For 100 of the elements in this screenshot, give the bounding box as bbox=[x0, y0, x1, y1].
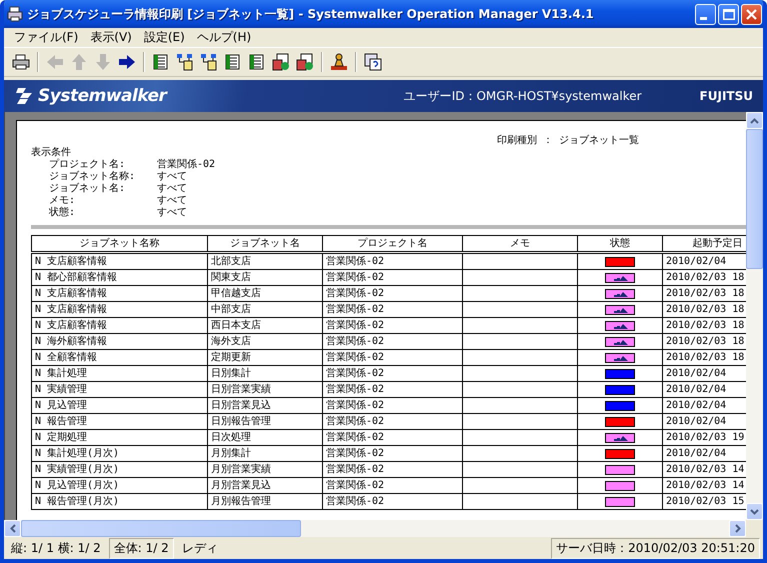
condition-label: 状態: bbox=[49, 207, 76, 219]
toolbar-button[interactable] bbox=[294, 51, 316, 73]
close-button[interactable] bbox=[741, 4, 762, 24]
sheet-icon bbox=[248, 53, 266, 71]
table-cell: 月別集計 bbox=[208, 446, 322, 462]
menu-item[interactable]: ファイル(F) bbox=[8, 29, 84, 46]
window-title: ジョブスケジューラ情報印刷 [ジョブネット一覧] - Systemwalker Operation Manager V13.4.1 bbox=[27, 6, 594, 22]
table-cell: 営業関係-02 bbox=[322, 334, 462, 350]
status-indicator bbox=[605, 400, 635, 410]
minimize-icon bbox=[700, 16, 707, 20]
status-indicator bbox=[605, 416, 635, 426]
table-cell: N 集計処理 bbox=[32, 366, 208, 382]
stamp-icon bbox=[330, 53, 348, 71]
sheet-icon bbox=[224, 53, 242, 71]
table-cell: 定期更新 bbox=[208, 350, 322, 366]
condition-value: すべて bbox=[157, 171, 188, 183]
table-cell: N 見込管理 bbox=[32, 398, 208, 414]
chevron-up-icon bbox=[750, 118, 759, 124]
close-icon bbox=[746, 8, 757, 20]
column-header: ジョブネット名称 bbox=[32, 236, 208, 252]
table-cell: 関東支店 bbox=[208, 270, 322, 286]
table-cell: N 支店顧客情報 bbox=[32, 252, 208, 270]
printer-icon bbox=[7, 6, 23, 22]
status-indicator bbox=[605, 336, 635, 346]
status-indicator bbox=[605, 304, 635, 314]
scroll-down-button[interactable] bbox=[746, 503, 763, 520]
table-cell: 営業関係-02 bbox=[322, 350, 462, 366]
table-cell: N 定期処理 bbox=[32, 430, 208, 446]
status-indicator bbox=[605, 320, 635, 330]
arrow-icon bbox=[46, 53, 64, 71]
column-header: 状態 bbox=[578, 236, 662, 252]
help-icon bbox=[364, 53, 382, 71]
table-cell: 日別営業見込 bbox=[208, 398, 322, 414]
table-cell: 日別集計 bbox=[208, 366, 322, 382]
document-icon bbox=[296, 53, 314, 71]
maximize-button[interactable] bbox=[718, 4, 739, 24]
table-cell: N 実績管理 bbox=[32, 382, 208, 398]
column-header: メモ bbox=[462, 236, 578, 252]
table-cell: 甲信越支店 bbox=[208, 286, 322, 302]
toolbar-button[interactable] bbox=[362, 51, 384, 73]
status-indicator bbox=[605, 448, 635, 458]
page-total: 全体: 1/ 2 bbox=[108, 538, 174, 558]
status-indicator bbox=[605, 368, 635, 378]
menu-item[interactable]: 設定(E) bbox=[138, 29, 191, 46]
table-cell: 海外支店 bbox=[208, 334, 322, 350]
scroll-thumb[interactable] bbox=[21, 520, 301, 537]
table-cell: 営業関係-02 bbox=[322, 446, 462, 462]
scroll-left-button[interactable] bbox=[4, 520, 21, 537]
condition-label: プロジェクト名: bbox=[49, 159, 126, 170]
table-cell: 営業関係-02 bbox=[322, 302, 462, 318]
table-cell: 西日本支店 bbox=[208, 318, 322, 334]
table-cell: 営業関係-02 bbox=[322, 270, 462, 286]
toolbar-button[interactable] bbox=[328, 51, 350, 73]
minimize-button[interactable] bbox=[695, 4, 716, 24]
status-indicator bbox=[605, 464, 635, 474]
table-cell: 月別営業実績 bbox=[208, 462, 322, 478]
chevron-right-icon bbox=[734, 524, 740, 533]
table-cell: 営業関係-02 bbox=[322, 478, 462, 494]
tree-icon bbox=[176, 53, 194, 71]
condition-label: ジョブネット名称: bbox=[49, 171, 136, 182]
toolbar-button[interactable] bbox=[270, 51, 292, 73]
document-icon bbox=[272, 53, 290, 71]
table-cell: 中部支店 bbox=[208, 302, 322, 318]
scroll-right-button[interactable] bbox=[729, 520, 746, 537]
scroll-thumb[interactable] bbox=[746, 129, 763, 269]
user-id: ユーザーID：OMGR-HOST¥systemwalker bbox=[404, 88, 642, 104]
column-header: ジョブネット名 bbox=[208, 236, 322, 252]
server-time: サーバ日時：2010/02/03 20:51:20 bbox=[551, 538, 760, 558]
table-cell: 営業関係-02 bbox=[322, 318, 462, 334]
table-cell: N 実績管理(月次) bbox=[32, 462, 208, 478]
table-cell: N 支店顧客情報 bbox=[32, 318, 208, 334]
tree-icon bbox=[200, 53, 218, 71]
table-cell: N 都心部顧客情報 bbox=[32, 270, 208, 286]
condition-label: ジョブネット名: bbox=[49, 183, 126, 195]
status-indicator bbox=[605, 256, 635, 266]
status-text: レディ bbox=[180, 540, 219, 556]
maximize-icon bbox=[722, 8, 734, 20]
horizontal-scrollbar[interactable] bbox=[4, 520, 746, 537]
table-cell: 日別営業実績 bbox=[208, 382, 322, 398]
print-type: 印刷種別 ： ジョブネット一覧 bbox=[497, 135, 640, 147]
table-cell: 日次処理 bbox=[208, 430, 322, 446]
table-cell: 営業関係-02 bbox=[322, 430, 462, 446]
condition-value: 営業関係-02 bbox=[157, 159, 216, 171]
menu-item[interactable]: ヘルプ(H) bbox=[190, 29, 258, 46]
menu-item[interactable]: 表示(V) bbox=[84, 29, 138, 46]
status-indicator bbox=[605, 432, 635, 442]
table-cell: N 支店顧客情報 bbox=[32, 286, 208, 302]
scroll-up-button[interactable] bbox=[746, 112, 763, 129]
arrow-icon bbox=[118, 53, 136, 71]
table-cell: 営業関係-02 bbox=[322, 366, 462, 382]
table-cell: 営業関係-02 bbox=[322, 286, 462, 302]
status-indicator bbox=[605, 288, 635, 298]
table-cell: 営業関係-02 bbox=[322, 462, 462, 478]
logo-text: Systemwalker bbox=[38, 86, 166, 106]
chevron-down-icon bbox=[750, 508, 759, 514]
column-header: プロジェクト名 bbox=[322, 236, 462, 252]
table-cell: N 集計処理(月次) bbox=[32, 446, 208, 462]
condition-value: すべて bbox=[157, 207, 188, 219]
vertical-scrollbar[interactable] bbox=[746, 112, 763, 520]
table-cell: N 支店顧客情報 bbox=[32, 302, 208, 318]
